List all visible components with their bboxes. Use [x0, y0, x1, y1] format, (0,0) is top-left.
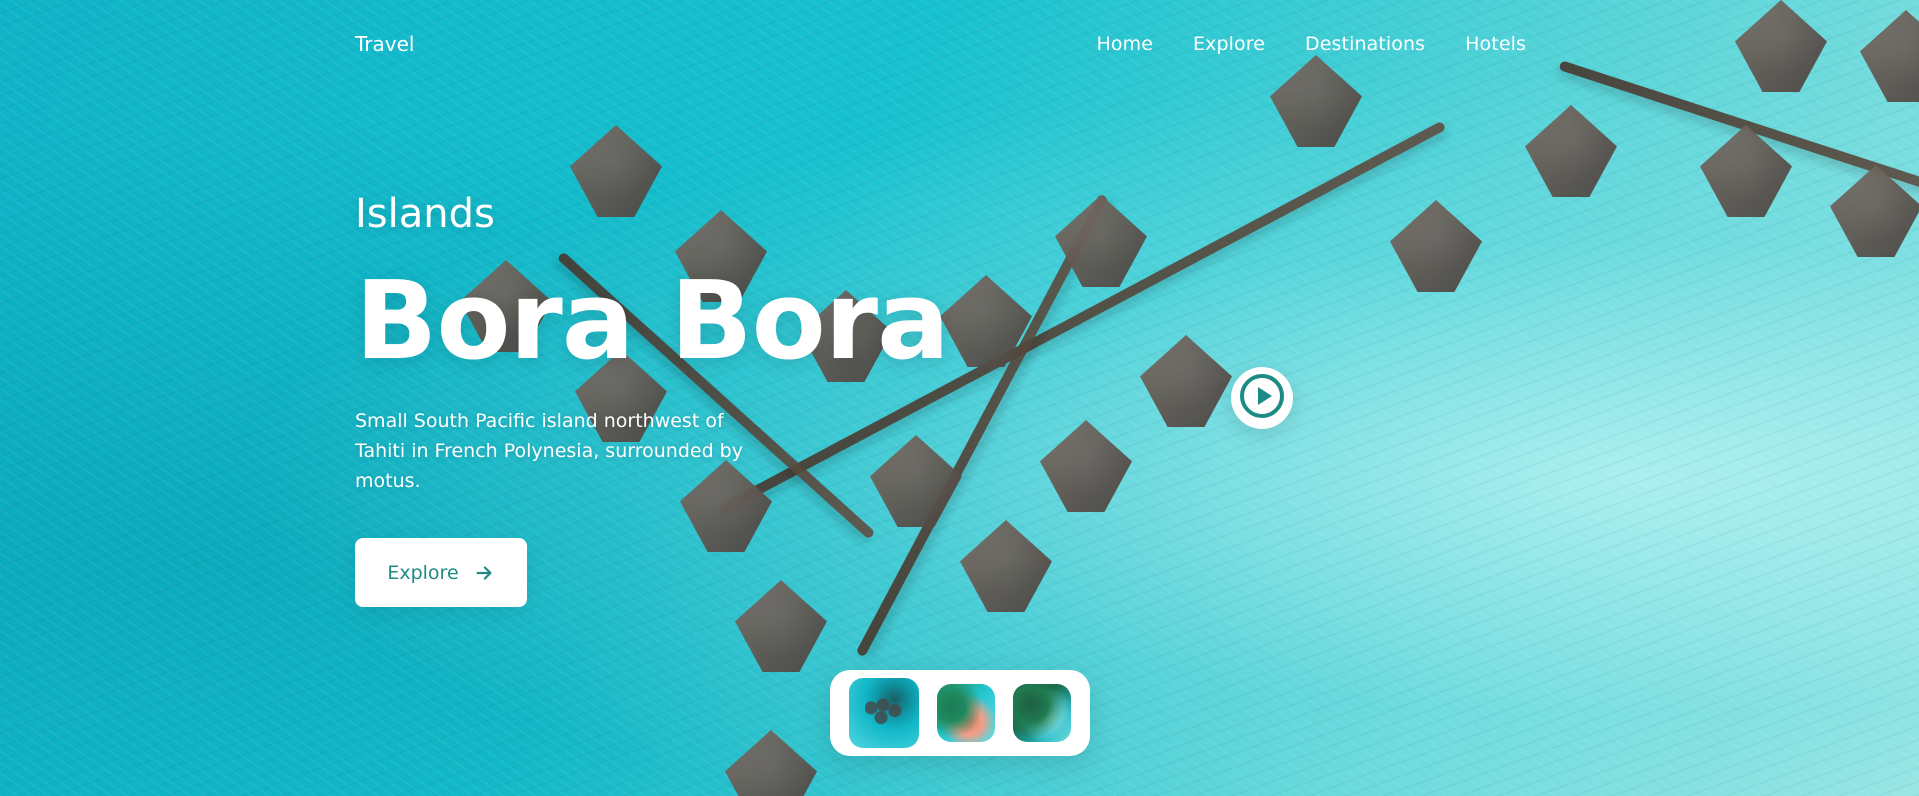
hero-description: Small South Pacific island northwest of … — [355, 410, 743, 492]
explore-button-label: Explore — [387, 561, 459, 584]
thumbnail-2[interactable] — [937, 684, 995, 742]
thumbnail-1[interactable] — [849, 678, 919, 748]
nav-home-link[interactable]: Home — [1097, 33, 1154, 55]
nav-explore-link[interactable]: Explore — [1193, 33, 1265, 55]
destination-thumbnails — [830, 670, 1090, 756]
overwater-bungalow — [1055, 195, 1147, 287]
overwater-bungalow — [1140, 335, 1232, 427]
arrow-right-icon — [473, 562, 495, 584]
nav-links: Home Explore Destinations Hotels — [1097, 33, 1527, 55]
nav-destinations-link[interactable]: Destinations — [1305, 33, 1425, 55]
nav-hotels-link[interactable]: Hotels — [1465, 33, 1526, 55]
brand-link[interactable]: Travel — [355, 32, 414, 56]
hero-title: Bora Bora — [355, 259, 950, 384]
play-icon — [1237, 371, 1287, 425]
overwater-bungalow — [1860, 10, 1919, 102]
overwater-bungalow — [1390, 200, 1482, 292]
overwater-bungalow — [725, 730, 817, 796]
overwater-bungalow — [1270, 55, 1362, 147]
hero-subtitle: Islands — [355, 191, 495, 237]
hero-section: Travel Home Explore Destinations Hotels … — [0, 0, 1919, 796]
thumbnail-3[interactable] — [1013, 684, 1071, 742]
explore-button[interactable]: Explore — [355, 538, 527, 607]
overwater-bungalow — [1735, 0, 1827, 92]
top-navigation: Travel Home Explore Destinations Hotels — [355, 28, 1526, 60]
overwater-bungalow — [1525, 105, 1617, 197]
play-video-button[interactable] — [1231, 367, 1293, 429]
hero-content: Islands Bora Bora Small South Pacific is… — [355, 190, 1055, 607]
